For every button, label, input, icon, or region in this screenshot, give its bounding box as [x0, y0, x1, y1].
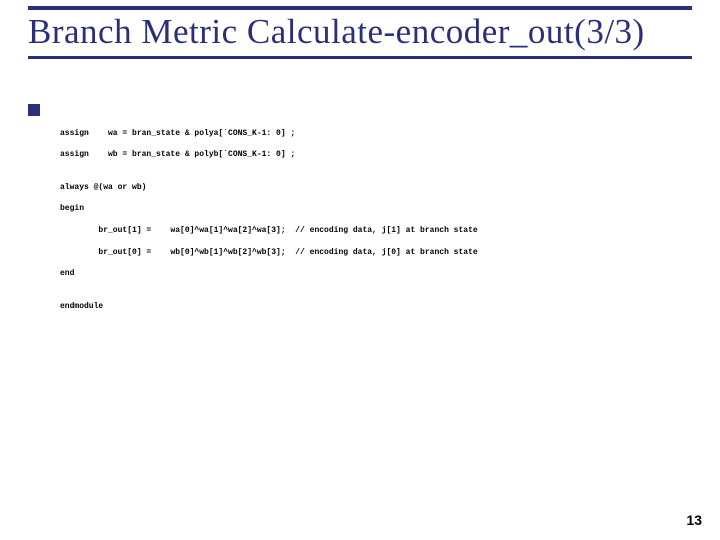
code-line: br_out[1] = wa[0]^wa[1]^wa[2]^wa[3]; // …	[60, 226, 478, 237]
title-bottom-rule	[28, 56, 692, 59]
title-top-rule	[28, 6, 692, 10]
bullet-square-icon	[28, 104, 40, 116]
code-line: assign wb = bran_state & polyb[`CONS_K-1…	[60, 150, 478, 161]
code-line: begin	[60, 204, 478, 215]
code-line: assign wa = bran_state & polya[`CONS_K-1…	[60, 129, 478, 140]
title-block: Branch Metric Calculate-encoder_out(3/3)	[0, 0, 720, 59]
code-line: br_out[0] = wb[0]^wb[1]^wb[2]^wb[3]; // …	[60, 248, 478, 259]
code-line: endmodule	[60, 302, 478, 313]
page-number: 13	[686, 512, 702, 528]
code-line: always @(wa or wb)	[60, 183, 478, 194]
code-line: end	[60, 269, 478, 280]
code-block: assign wa = bran_state & polya[`CONS_K-1…	[60, 118, 478, 334]
slide-title: Branch Metric Calculate-encoder_out(3/3)	[28, 12, 692, 52]
